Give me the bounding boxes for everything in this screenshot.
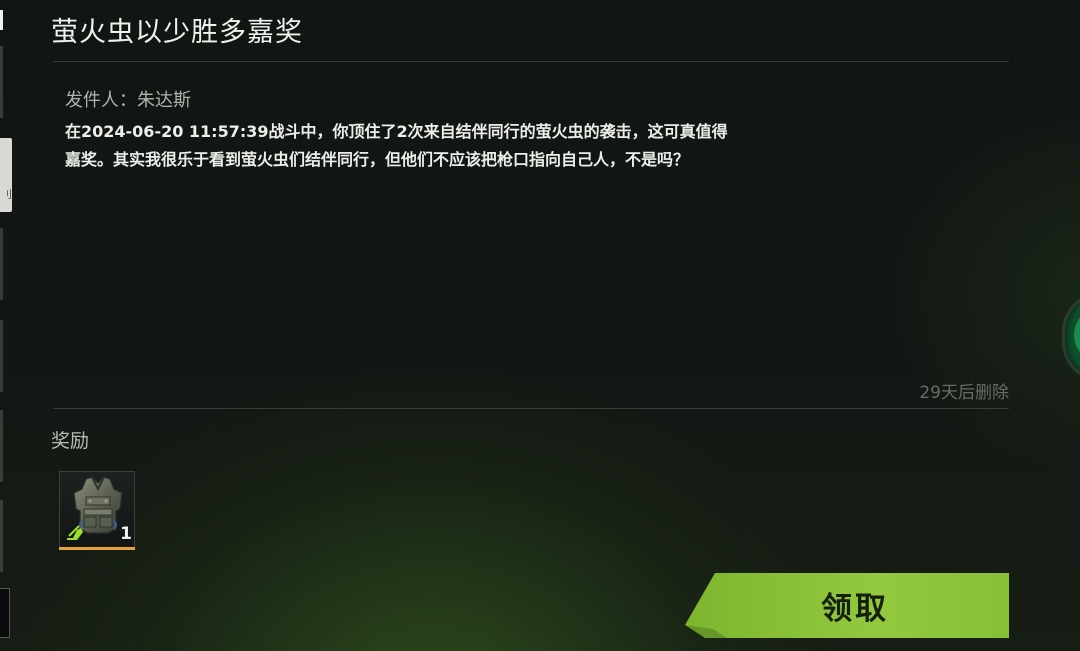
- reward-item-slot[interactable]: 1: [59, 471, 135, 550]
- claim-button[interactable]: 领取: [683, 573, 1009, 638]
- mail-list-item[interactable]: [0, 500, 3, 572]
- reward-quantity: 1: [120, 524, 132, 544]
- mail-body-line: 在2024-06-20 11:57:39战斗中，你顶住了2次来自结伴同行的萤火虫…: [65, 122, 728, 141]
- mail-list-thumbnail[interactable]: [0, 588, 10, 638]
- mail-body-line: 嘉奖。其实我很乐于看到萤火虫们结伴同行，但他们不应该把枪口指向自己人，不是吗？: [65, 150, 690, 169]
- reward-section-label: 奖励: [51, 430, 90, 452]
- mail-body: 在2024-06-20 11:57:39战斗中，你顶住了2次来自结伴同行的萤火虫…: [65, 118, 805, 174]
- mail-list-item[interactable]: [0, 228, 3, 300]
- reward-divider: [53, 408, 1009, 409]
- mail-sender: 发件人：朱达斯: [65, 90, 191, 111]
- side-toggle-button[interactable]: [1062, 292, 1080, 382]
- claim-button-label: 领取: [821, 591, 889, 627]
- expiry-text: 29天后删除: [919, 383, 1009, 403]
- rarity-bar: [59, 547, 135, 550]
- list-scroll-marker: [0, 10, 3, 30]
- mail-list-edge: 刂: [0, 0, 14, 651]
- side-toggle-inner: [1074, 307, 1080, 363]
- mail-list-item-active[interactable]: 刂: [0, 138, 12, 212]
- mail-list-item[interactable]: [0, 320, 3, 392]
- equipment-type-icon: [67, 525, 83, 540]
- title-divider: [53, 61, 1009, 62]
- mail-list-item-glyph: 刂: [2, 190, 12, 201]
- mail-list-item[interactable]: [0, 410, 3, 482]
- mail-title: 萤火虫以少胜多嘉奖: [51, 17, 303, 48]
- mail-list-item[interactable]: [0, 46, 3, 118]
